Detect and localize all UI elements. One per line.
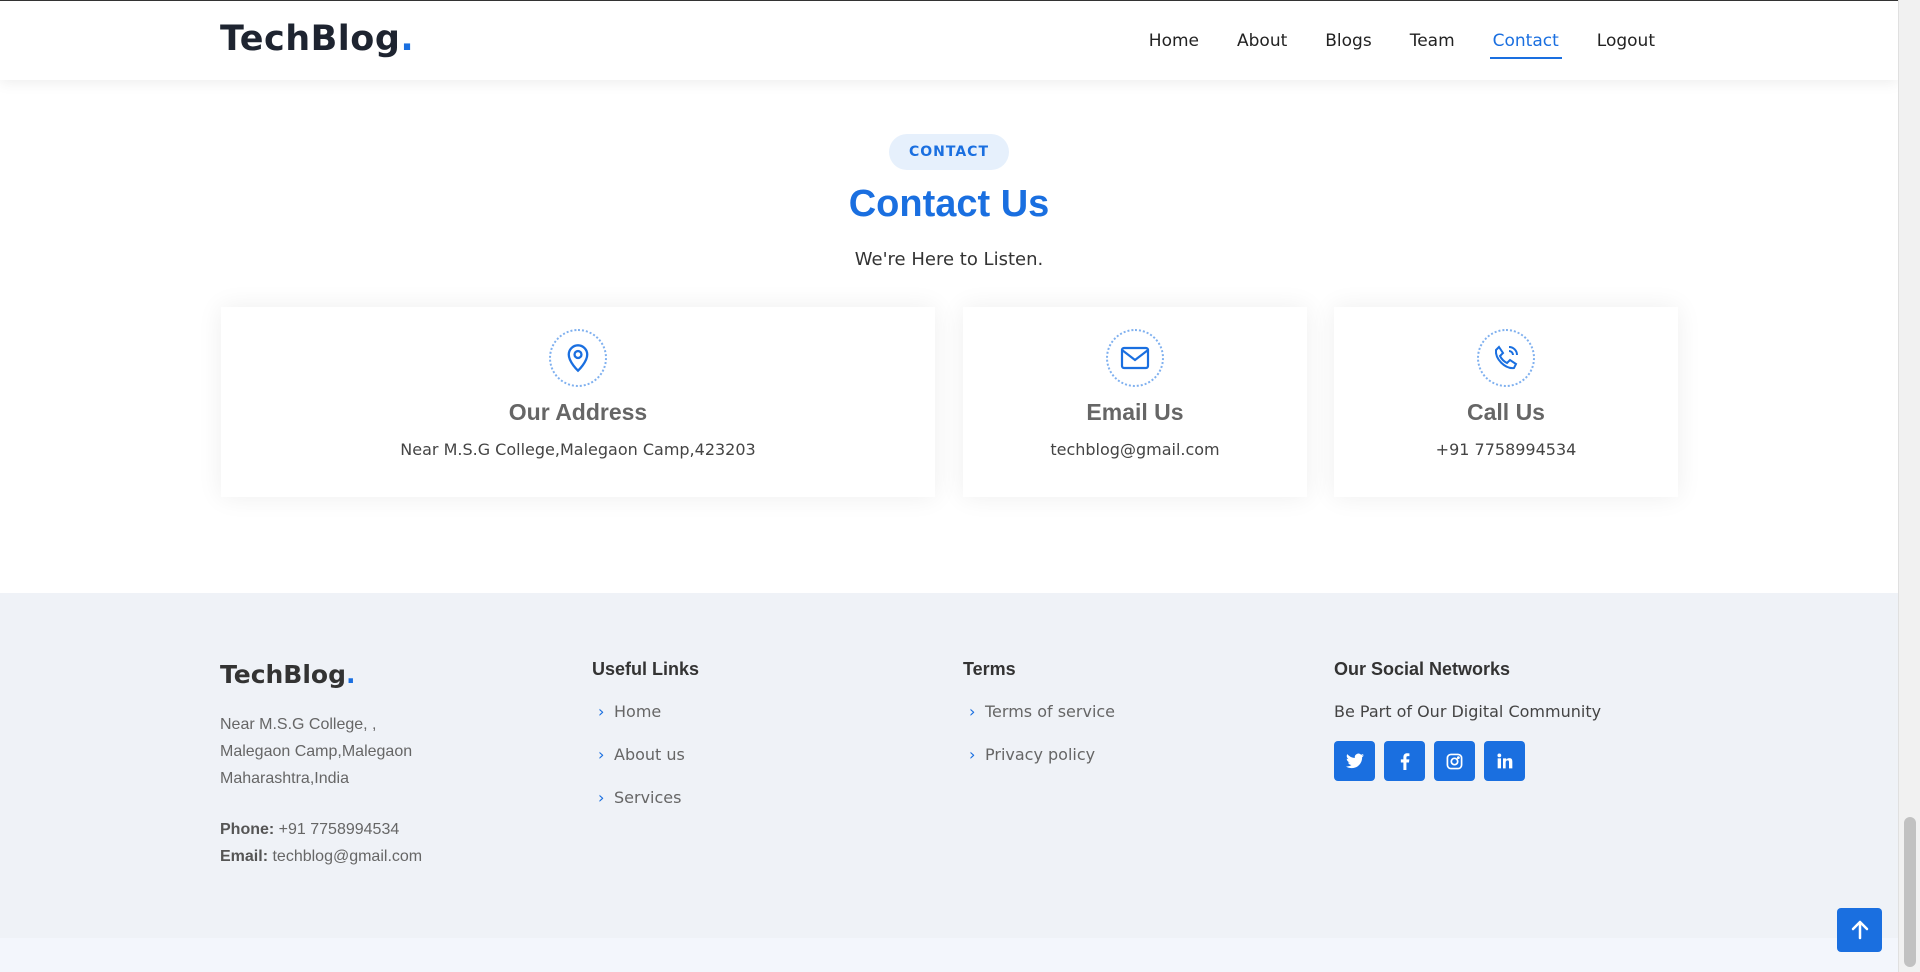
- chevron-right-icon: ›: [598, 745, 605, 764]
- address-card: Our Address Near M.S.G College,Malegaon …: [221, 307, 935, 497]
- twitter-icon[interactable]: [1334, 741, 1375, 781]
- nav-home[interactable]: Home: [1130, 23, 1218, 59]
- phone-icon: [1477, 329, 1535, 387]
- back-to-top-button[interactable]: [1837, 908, 1882, 952]
- card-title: Our Address: [508, 399, 648, 425]
- facebook-icon[interactable]: [1384, 741, 1425, 781]
- column-heading: Useful Links: [592, 659, 700, 679]
- footer-logo[interactable]: TechBlog.: [220, 660, 356, 689]
- nav-blogs[interactable]: Blogs: [1306, 23, 1390, 59]
- section-title: Contact Us: [848, 183, 1050, 225]
- column-heading: Terms: [963, 659, 1016, 679]
- card-title: Call Us: [1467, 399, 1545, 425]
- nav-contact[interactable]: Contact: [1474, 23, 1578, 59]
- site-header: TechBlog. Home About Blogs Team Contact …: [0, 0, 1898, 80]
- useful-links-column: Useful Links › Home › About us › Services: [592, 659, 699, 831]
- terms-column: Terms › Terms of service › Privacy policy: [963, 659, 1115, 788]
- footer-link-terms[interactable]: › Terms of service: [963, 702, 1115, 745]
- address-line: Near M.S.G College, ,: [220, 716, 377, 733]
- nav-logout[interactable]: Logout: [1578, 23, 1674, 59]
- section-badge: CONTACT: [889, 134, 1009, 170]
- section-subtitle: We're Here to Listen.: [854, 249, 1044, 270]
- main-nav: Home About Blogs Team Contact Logout: [1130, 23, 1674, 59]
- address-line: Maharashtra,India: [220, 770, 349, 787]
- footer-contact: Phone: +91 7758994534 Email: techblog@gm…: [220, 816, 422, 870]
- page: TechBlog. Home About Blogs Team Contact …: [0, 0, 1898, 972]
- footer-link-about[interactable]: › About us: [592, 745, 699, 788]
- scrollbar-thumb[interactable]: [1904, 817, 1916, 967]
- card-text: Near M.S.G College,Malegaon Camp,423203: [400, 440, 756, 459]
- map-pin-icon: [549, 329, 607, 387]
- site-logo[interactable]: TechBlog.: [220, 19, 414, 59]
- email-card: Email Us techblog@gmail.com: [963, 307, 1307, 497]
- footer-link-services[interactable]: › Services: [592, 788, 699, 831]
- nav-about[interactable]: About: [1218, 23, 1306, 59]
- footer-address: Near M.S.G College, , Malegaon Camp,Male…: [220, 711, 412, 792]
- address-line: Malegaon Camp,Malegaon: [220, 743, 413, 760]
- page-scrollbar[interactable]: [1898, 0, 1920, 972]
- chevron-right-icon: ›: [969, 745, 976, 764]
- footer-link-privacy[interactable]: › Privacy policy: [963, 745, 1115, 788]
- email-value: techblog@gmail.com: [272, 848, 423, 865]
- instagram-icon[interactable]: [1434, 741, 1475, 781]
- card-title: Email Us: [1086, 399, 1184, 425]
- phone-card: Call Us +91 7758994534: [1334, 307, 1678, 497]
- social-column: Our Social Networks Be Part of Our Digit…: [1334, 659, 1601, 781]
- footer-link-home[interactable]: › Home: [592, 702, 699, 745]
- chevron-right-icon: ›: [598, 788, 605, 807]
- linkedin-icon[interactable]: [1484, 741, 1525, 781]
- email-label: Email:: [220, 848, 269, 865]
- nav-team[interactable]: Team: [1391, 23, 1474, 59]
- copyright-bar: [0, 938, 1898, 972]
- envelope-icon: [1106, 329, 1164, 387]
- social-text: Be Part of Our Digital Community: [1334, 702, 1602, 721]
- column-heading: Our Social Networks: [1334, 659, 1511, 679]
- phone-label: Phone:: [220, 821, 275, 838]
- card-text: techblog@gmail.com: [1050, 440, 1220, 459]
- chevron-right-icon: ›: [598, 702, 605, 721]
- social-buttons: [1334, 741, 1601, 781]
- chevron-right-icon: ›: [969, 702, 976, 721]
- phone-value: +91 7758994534: [278, 821, 400, 838]
- card-text: +91 7758994534: [1435, 440, 1577, 459]
